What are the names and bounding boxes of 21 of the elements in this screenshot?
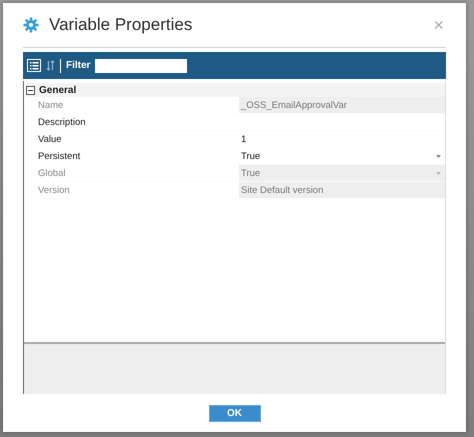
caret-icon — [436, 172, 441, 174]
property-name: Name — [35, 97, 239, 113]
property-value: Site Default version — [239, 182, 445, 198]
categorized-view-icon[interactable] — [27, 59, 41, 72]
sort-icon[interactable] — [46, 60, 55, 71]
property-dropdown[interactable]: True — [239, 148, 445, 164]
ok-button[interactable]: OK — [208, 404, 260, 422]
property-name: Global — [35, 165, 239, 181]
property-name: Description — [35, 114, 239, 130]
property-value: _OSS_EmailApprovalVar — [239, 97, 445, 113]
filter-field[interactable] — [95, 58, 188, 72]
window-title: Variable Properties — [49, 15, 194, 35]
gear-icon — [23, 17, 39, 33]
property-name: Version — [35, 182, 239, 198]
property-name: Persistent — [35, 148, 239, 164]
category-label: General — [39, 84, 76, 96]
property-value[interactable]: 1 — [239, 131, 445, 147]
collapse-icon[interactable] — [26, 86, 35, 94]
property-name: Value — [35, 131, 239, 147]
filter-label: Filter — [66, 60, 90, 71]
caret-icon — [436, 154, 441, 158]
